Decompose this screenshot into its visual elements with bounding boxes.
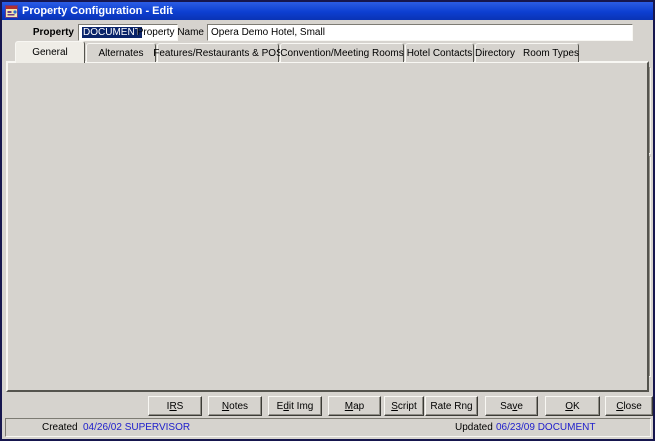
edit-img-button[interactable]: Edit Img <box>268 396 322 416</box>
tab-room-types[interactable]: Room Types <box>523 48 579 59</box>
map-button[interactable]: Map <box>328 396 381 416</box>
app-icon <box>5 5 18 18</box>
tab-hotel-contacts[interactable]: Hotel Contacts <box>405 43 474 62</box>
general-tab-panel <box>6 61 649 392</box>
close-button[interactable]: Close <box>605 396 653 416</box>
rate-rng-button[interactable]: Rate Rng <box>425 396 478 416</box>
save-button[interactable]: Save <box>485 396 538 416</box>
tab-alternates[interactable]: Alternates <box>86 43 156 62</box>
tab-directory-room-types[interactable]: Directory Room Types <box>475 43 579 62</box>
property-name-input[interactable]: Opera Demo Hotel, Small <box>207 24 633 41</box>
window-title: Property Configuration - Edit <box>22 5 173 17</box>
tab-features-restaurants-pos[interactable]: Features/Restaurants & POS <box>157 43 279 62</box>
property-label: Property <box>33 26 74 39</box>
created-label: Created <box>42 421 78 434</box>
notes-button[interactable]: Notes <box>208 396 262 416</box>
created-value: 04/26/02 SUPERVISOR <box>83 421 190 434</box>
tab-directory[interactable]: Directory <box>475 48 515 59</box>
title-bar: Property Configuration - Edit <box>2 2 653 20</box>
property-configuration-window: Property Configuration - Edit × Property… <box>0 0 655 441</box>
property-value-selected: DOCUMENT <box>82 27 142 38</box>
updated-value: 06/23/09 DOCUMENT <box>496 421 595 434</box>
tab-convention-meeting-rooms[interactable]: Convention/Meeting Rooms <box>280 43 404 62</box>
updated-label: Updated <box>455 421 493 434</box>
script-button[interactable]: Script <box>384 396 424 416</box>
tab-general[interactable]: General <box>15 41 85 63</box>
property-name-label: Property Name <box>137 26 204 39</box>
ok-button[interactable]: OK <box>545 396 600 416</box>
irs-button[interactable]: IRS <box>148 396 202 416</box>
